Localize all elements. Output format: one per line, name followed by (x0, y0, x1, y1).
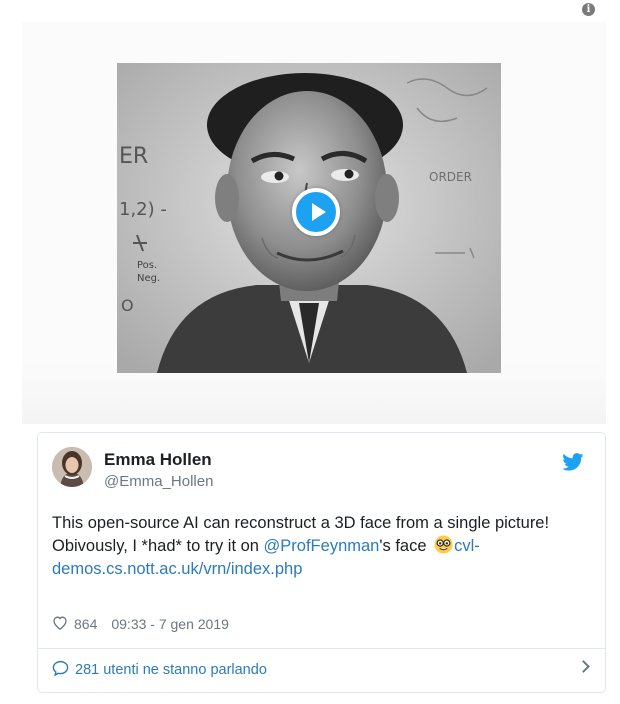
tweet-text-line2-start: Obivously, I *had* to try it on (52, 537, 264, 555)
tweet-text: This open-source AI can reconstruct a 3D… (52, 512, 582, 581)
avatar[interactable] (52, 447, 92, 487)
board-text-o: O (121, 296, 134, 315)
mention-link[interactable]: @ProfFeynman (264, 537, 380, 555)
board-text-neg: Neg. (137, 273, 160, 284)
twitter-bird-icon[interactable] (562, 453, 584, 476)
author-name[interactable]: Emma Hollen (104, 450, 212, 470)
like-count[interactable]: 864 (74, 616, 97, 632)
board-text-er: ER (119, 144, 148, 169)
author-handle[interactable]: @Emma_Hollen (104, 473, 213, 490)
tweet-text-line2-end: 's face (379, 537, 432, 555)
nerd-face-emoji-icon (434, 535, 453, 554)
play-button[interactable] (292, 188, 340, 236)
tweet-meta: 864 09:33 - 7 gen 2019 (52, 615, 229, 633)
tweet-text-line1: This open-source AI can reconstruct a 3D… (52, 514, 550, 532)
board-text-pos: Pos. (137, 260, 157, 271)
conversation-label[interactable]: 281 utenti ne stanno parlando (75, 662, 267, 678)
info-icon[interactable]: i (582, 3, 595, 16)
divider (38, 648, 605, 649)
board-text-formula: 1,2) - (119, 199, 167, 220)
tweet-timestamp[interactable]: 09:33 - 7 gen 2019 (111, 616, 229, 632)
media-panel-fade (22, 364, 606, 424)
chevron-right-icon[interactable] (577, 660, 590, 673)
conversation-link[interactable]: 281 utenti ne stanno parlando (52, 658, 592, 682)
comment-icon (52, 660, 69, 681)
play-icon (312, 203, 326, 221)
heart-icon[interactable] (52, 615, 68, 633)
board-text-order: ORDER (429, 170, 472, 184)
tweet-card: Emma Hollen @Emma_Hollen This open-sourc… (37, 432, 606, 693)
